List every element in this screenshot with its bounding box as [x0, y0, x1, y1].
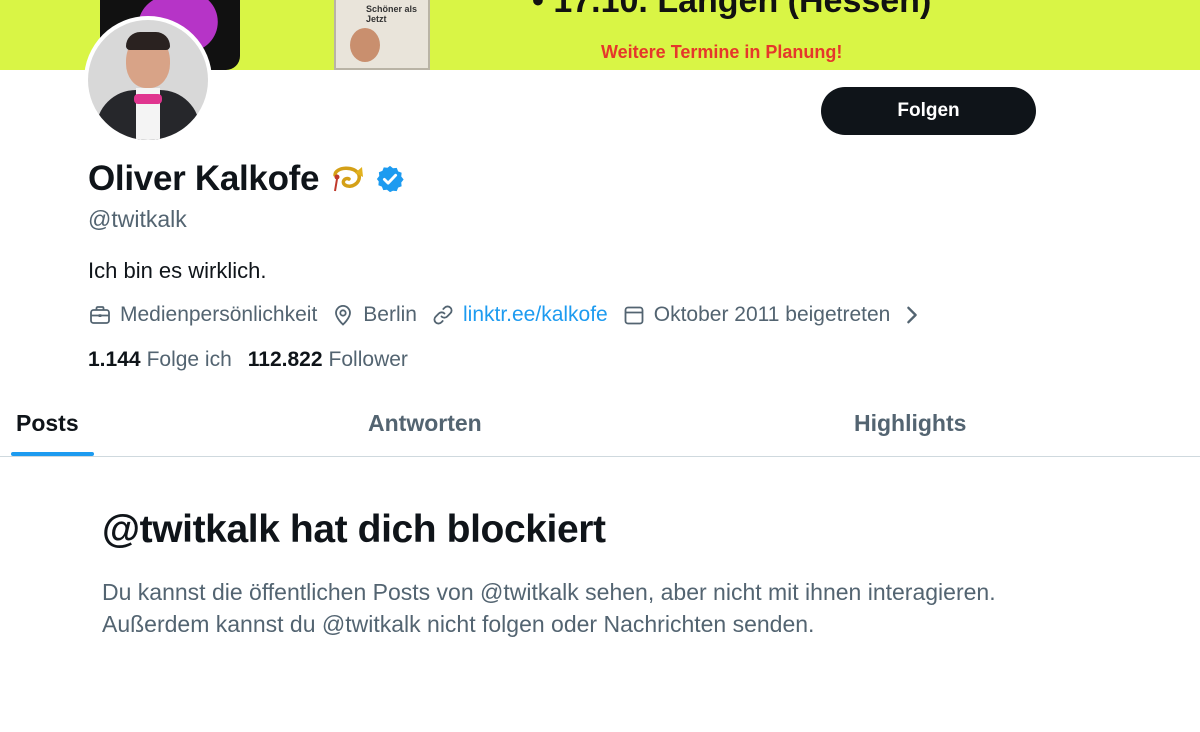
tab-replies[interactable]: Antworten — [368, 390, 482, 456]
profile-stats: 1.144 Folge ich 112.822 Follower — [88, 348, 424, 372]
profile-avatar[interactable] — [84, 16, 212, 144]
chevron-right-icon[interactable] — [900, 303, 924, 327]
banner-planning-text: Weitere Termine in Planung! — [601, 42, 843, 62]
profile-bio: Ich bin es wirklich. — [88, 258, 267, 283]
meta-joined-label: Oktober 2011 beigetreten — [653, 303, 891, 326]
briefcase-icon — [90, 306, 110, 324]
followers-label: Follower — [328, 348, 408, 371]
avatar-hair — [126, 32, 170, 50]
link-icon — [433, 305, 453, 325]
profile-name-row: Oliver Kalkofe — [88, 156, 405, 202]
followers-count: 112.822 — [247, 348, 323, 371]
banner-book-cover: Schöner als Jetzt — [334, 0, 430, 70]
meta-category-label: Medienpersönlichkeit — [120, 303, 318, 326]
meta-link[interactable]: linktr.ee/kalkofe — [431, 303, 608, 327]
following-count: 1.144 — [88, 348, 141, 371]
active-tab-indicator — [11, 452, 94, 456]
banner-book-face — [350, 28, 380, 62]
follow-button[interactable]: Folgen — [821, 87, 1036, 135]
profile-website-link[interactable]: linktr.ee/kalkofe — [463, 303, 608, 327]
posthorn-emoji-icon — [333, 166, 364, 192]
avatar-photo — [88, 20, 208, 140]
calendar-icon — [624, 306, 644, 325]
banner-book-text: Schöner als Jetzt — [366, 4, 418, 24]
banner-event-text: • 17.10. Langen (Hessen) — [532, 0, 932, 20]
tab-posts[interactable]: Posts — [16, 390, 79, 456]
profile-name: Oliver Kalkofe — [88, 159, 320, 198]
profile-tabs: Posts Antworten Highlights — [0, 390, 1200, 457]
blocked-notice-title: @twitkalk hat dich blockiert — [102, 508, 606, 551]
following-label: Folge ich — [146, 348, 232, 371]
meta-joined[interactable]: Oktober 2011 beigetreten — [622, 303, 933, 327]
meta-location-label: Berlin — [363, 303, 417, 326]
meta-category: Medienpersönlichkeit — [88, 303, 317, 327]
meta-location: Berlin — [331, 303, 417, 327]
tab-highlights[interactable]: Highlights — [854, 390, 966, 456]
following-stat[interactable]: 1.144 Folge ich — [88, 348, 232, 372]
followers-stat[interactable]: 112.822 Follower — [248, 348, 408, 372]
location-pin-icon — [335, 305, 352, 326]
profile-handle: @twitkalk — [88, 206, 187, 232]
verified-badge-icon[interactable] — [375, 164, 405, 194]
blocked-notice-description: Du kannst die öffentlichen Posts von @tw… — [102, 579, 996, 637]
avatar-bowtie — [134, 94, 162, 104]
profile-meta-row: Medienpersönlichkeit Berlin linktr.ee/ka… — [88, 300, 946, 330]
